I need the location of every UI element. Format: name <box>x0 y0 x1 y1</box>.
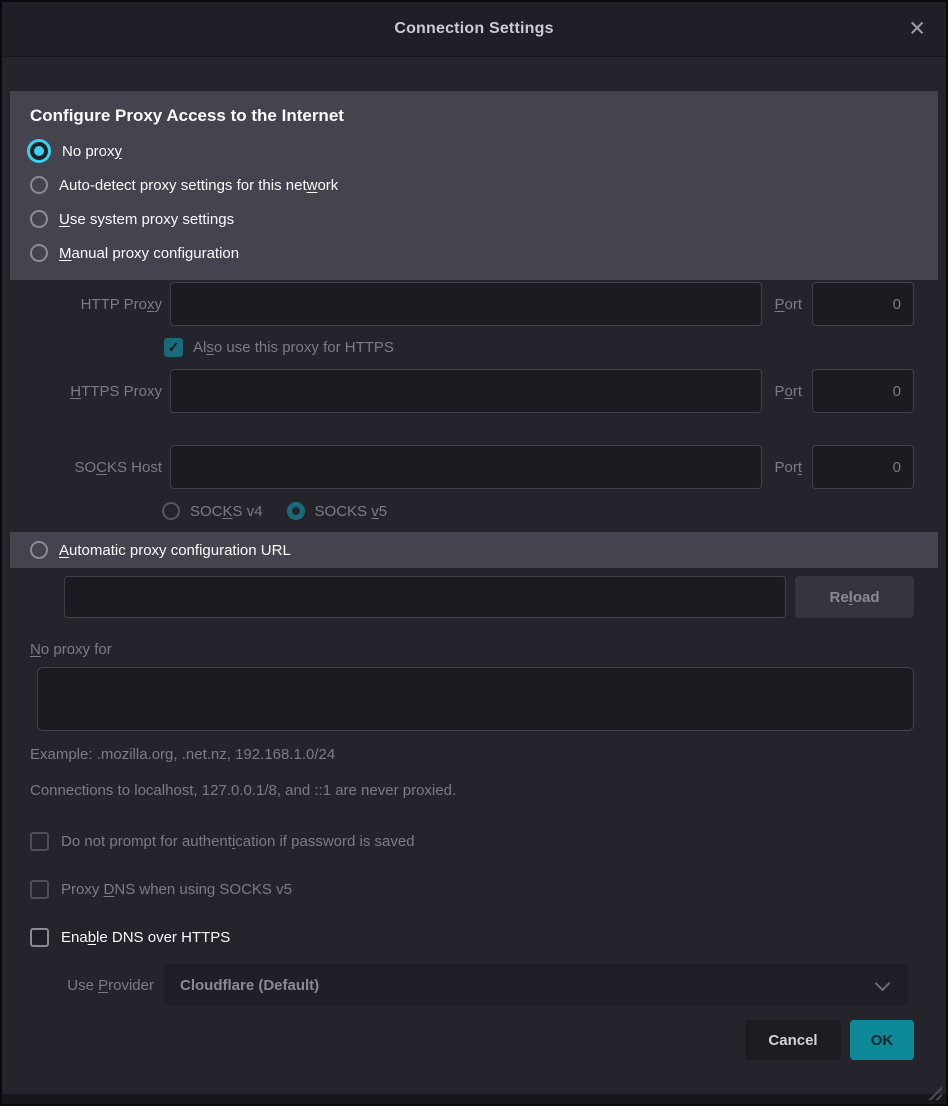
proxy-mode-group: Configure Proxy Access to the Internet N… <box>10 91 938 280</box>
reload-button[interactable]: Reload <box>795 576 914 618</box>
http-proxy-input[interactable] <box>170 282 762 326</box>
auto-url-row: Reload <box>64 576 914 618</box>
enable-doh-label: Enable DNS over HTTPS <box>61 929 230 946</box>
no-proxy-for-label: No proxy for <box>30 641 946 658</box>
http-port-input[interactable] <box>812 282 914 326</box>
radio-socks-v5-selected[interactable] <box>287 502 305 520</box>
connection-settings-dialog: Connection Settings ✕ Configure Proxy Ac… <box>0 0 948 1106</box>
close-icon: ✕ <box>908 18 926 41</box>
socks-v4-label: SOCKS v4 <box>190 503 263 520</box>
dns-provider-value: Cloudflare (Default) <box>180 977 319 994</box>
socks-host-label: SOCKS Host <box>20 459 170 476</box>
radio-manual-proxy[interactable]: Manual proxy configuration <box>10 236 938 270</box>
dialog-titlebar: Connection Settings ✕ <box>2 2 946 57</box>
radio-icon[interactable] <box>30 210 48 228</box>
radio-icon[interactable] <box>30 244 48 262</box>
dialog-bottom-edge <box>2 1094 946 1104</box>
also-https-label: Also use this proxy for HTTPS <box>193 339 394 356</box>
checkbox-icon[interactable] <box>30 880 49 899</box>
checkbox-checked-icon[interactable]: ✓ <box>164 338 183 357</box>
dialog-content: Configure Proxy Access to the Internet N… <box>2 57 946 1094</box>
radio-no-proxy[interactable]: No proxy <box>10 134 938 168</box>
http-port-label: Port <box>774 296 802 313</box>
check-icon: ✓ <box>168 339 180 356</box>
auto-url-label: Automatic proxy configuration URL <box>59 542 291 559</box>
radio-icon[interactable] <box>30 541 48 559</box>
group-heading: Configure Proxy Access to the Internet <box>30 106 938 126</box>
socks-host-row: SOCKS Host Port <box>2 445 946 489</box>
http-proxy-label: HTTP Proxy <box>20 296 170 313</box>
http-proxy-row: HTTP Proxy Port <box>2 282 946 326</box>
radio-no-proxy-label: No proxy <box>62 143 122 160</box>
chevron-down-icon <box>875 975 891 991</box>
dialog-buttons: Cancel OK <box>2 1020 914 1060</box>
enable-doh-checkbox-row[interactable]: Enable DNS over HTTPS <box>30 928 946 947</box>
https-proxy-row: HTTPS Proxy Port <box>2 369 946 413</box>
use-provider-label: Use Provider <box>2 977 164 994</box>
manual-proxy-section: HTTP Proxy Port ✓ Also use this proxy fo… <box>2 280 946 520</box>
radio-auto-url[interactable]: Automatic proxy configuration URL <box>10 532 938 568</box>
dns-provider-select[interactable]: Cloudflare (Default) <box>164 964 908 1006</box>
https-proxy-input[interactable] <box>170 369 762 413</box>
no-proxy-example: Example: .mozilla.org, .net.nz, 192.168.… <box>30 746 946 763</box>
https-proxy-label: HTTPS Proxy <box>20 383 170 400</box>
proxy-dns-label: Proxy DNS when using SOCKS v5 <box>61 881 292 898</box>
radio-auto-detect[interactable]: Auto-detect proxy settings for this netw… <box>10 168 938 202</box>
https-port-label: Port <box>774 383 802 400</box>
close-button[interactable]: ✕ <box>904 15 930 44</box>
auto-url-input[interactable] <box>64 576 786 618</box>
radio-manual-proxy-label: Manual proxy configuration <box>59 245 239 262</box>
also-https-checkbox-row[interactable]: ✓ Also use this proxy for HTTPS <box>164 338 946 357</box>
radio-selected-icon[interactable] <box>27 139 51 163</box>
cancel-button[interactable]: Cancel <box>745 1020 841 1060</box>
dns-provider-row: Use Provider Cloudflare (Default) <box>2 964 908 1006</box>
https-port-input[interactable] <box>812 369 914 413</box>
dialog-title: Connection Settings <box>394 20 553 38</box>
no-proxy-for-textarea[interactable] <box>37 667 914 731</box>
checkbox-icon[interactable] <box>30 832 49 851</box>
socks-host-input[interactable] <box>170 445 762 489</box>
no-prompt-auth-checkbox-row[interactable]: Do not prompt for authentication if pass… <box>30 832 946 851</box>
radio-system-proxy-label: Use system proxy settings <box>59 211 234 228</box>
socks-version-row: SOCKS v4 SOCKS v5 <box>162 502 946 520</box>
socks-v5-label: SOCKS v5 <box>315 503 388 520</box>
socks-port-label: Port <box>774 459 802 476</box>
radio-system-proxy[interactable]: Use system proxy settings <box>10 202 938 236</box>
checkbox-icon[interactable] <box>30 928 49 947</box>
localhost-note: Connections to localhost, 127.0.0.1/8, a… <box>30 782 946 799</box>
proxy-dns-checkbox-row[interactable]: Proxy DNS when using SOCKS v5 <box>30 880 946 899</box>
radio-socks-v4[interactable] <box>162 502 180 520</box>
socks-port-input[interactable] <box>812 445 914 489</box>
radio-auto-detect-label: Auto-detect proxy settings for this netw… <box>59 177 338 194</box>
radio-icon[interactable] <box>30 176 48 194</box>
ok-button[interactable]: OK <box>850 1020 914 1060</box>
no-prompt-auth-label: Do not prompt for authentication if pass… <box>61 833 415 850</box>
